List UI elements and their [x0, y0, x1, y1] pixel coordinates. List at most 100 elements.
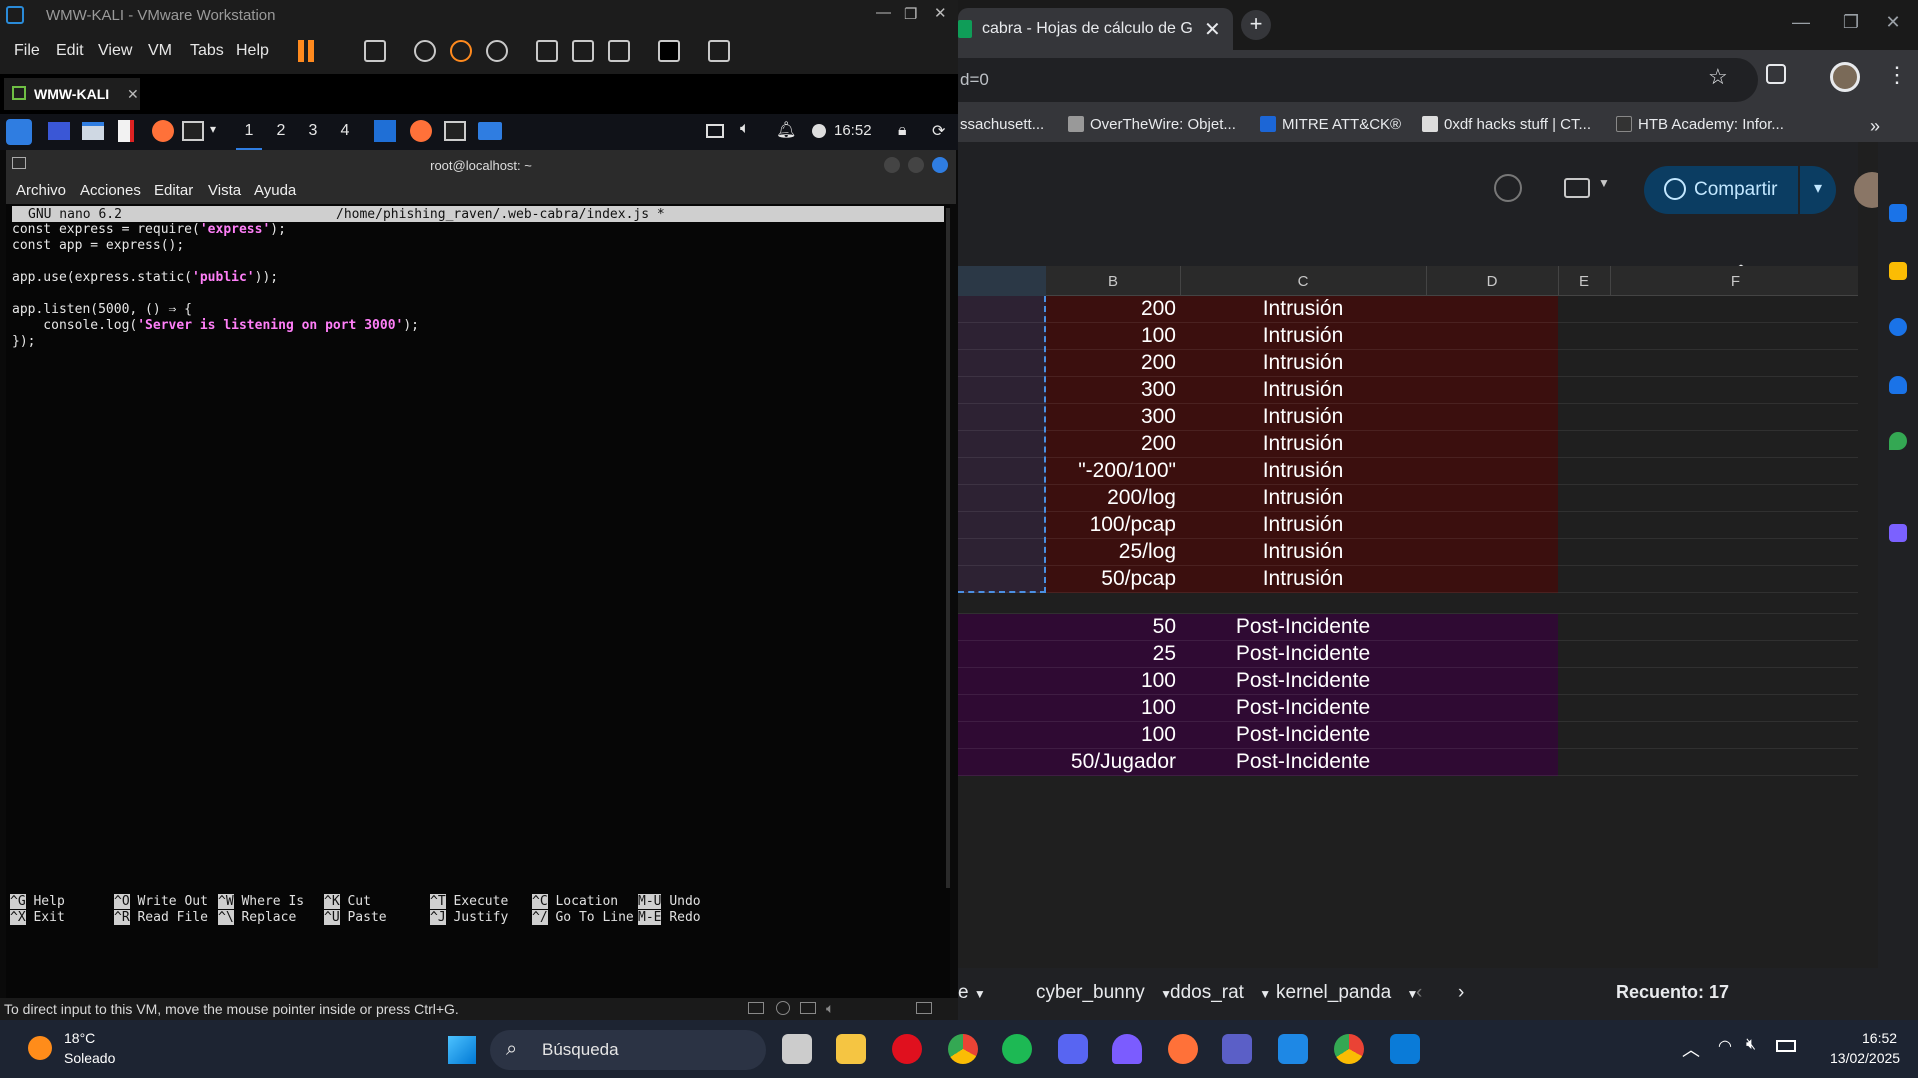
sheet-tab[interactable]: ddos_rat ▼	[1170, 982, 1271, 1004]
scrollbar[interactable]	[946, 208, 950, 888]
minimize-icon[interactable]: —	[1776, 12, 1826, 33]
table-row[interactable]: 50 Post-Incidente	[958, 614, 1858, 641]
terminal-dropdown-icon[interactable]: ▾	[210, 122, 216, 136]
snapshot-icon[interactable]	[414, 40, 436, 62]
cell-d[interactable]	[1426, 323, 1558, 350]
menu-editar[interactable]: Editar	[154, 182, 193, 199]
term-minimize-icon[interactable]	[884, 157, 900, 173]
cell-e[interactable]	[1558, 512, 1858, 539]
count-summary[interactable]: Recuento: 17	[1616, 982, 1729, 1003]
cell-c[interactable]: Intrusión	[1180, 567, 1426, 591]
table-row[interactable]	[958, 593, 1858, 614]
cell-a[interactable]	[958, 695, 1046, 722]
table-row[interactable]: 200 Intrusión	[958, 350, 1858, 377]
chrome-profile-icon[interactable]	[1334, 1034, 1364, 1064]
cell-c[interactable]: Intrusión	[1180, 324, 1426, 348]
console-view-icon[interactable]	[658, 40, 680, 62]
column-a-header[interactable]	[958, 266, 1046, 296]
code-line[interactable]: console.log('Server is listening on port…	[12, 318, 419, 334]
explorer-icon[interactable]	[836, 1034, 866, 1064]
cell-e[interactable]	[1558, 350, 1858, 377]
cd-icon[interactable]	[776, 1001, 790, 1015]
sheet-tab[interactable]: cyber_bunny ▼	[1036, 982, 1172, 1004]
full-screen-icon[interactable]	[608, 40, 630, 62]
table-row[interactable]: 100/pcap Intrusión	[958, 512, 1858, 539]
table-row[interactable]: 25 Post-Incidente	[958, 641, 1858, 668]
bookmark-item[interactable]: OverTheWire: Objet...	[1068, 116, 1236, 133]
meet-camera-icon[interactable]	[1564, 178, 1590, 198]
cell-d[interactable]	[1426, 722, 1558, 749]
menu-help[interactable]: Help	[236, 42, 269, 60]
panel-clock[interactable]: 16:52	[834, 122, 872, 139]
cell-e[interactable]	[1558, 323, 1858, 350]
cell-b[interactable]: 100	[1046, 324, 1180, 348]
more-bookmarks-icon[interactable]: »	[1870, 116, 1880, 137]
task-view-icon[interactable]	[782, 1034, 812, 1064]
cell-d[interactable]	[1426, 641, 1558, 668]
cell-c[interactable]: Intrusión	[1180, 432, 1426, 456]
cell-d[interactable]	[1426, 668, 1558, 695]
lock-icon[interactable]: 🔒︎	[898, 122, 907, 140]
table-row[interactable]: 100 Post-Incidente	[958, 668, 1858, 695]
bookmark-star-icon[interactable]: ☆	[1708, 64, 1728, 90]
table-row[interactable]: 200 Intrusión	[958, 431, 1858, 458]
cell-c[interactable]: Intrusión	[1180, 540, 1426, 564]
cell-c[interactable]: Intrusión	[1180, 486, 1426, 510]
folder-window-icon[interactable]	[478, 122, 502, 140]
cell-e[interactable]	[1558, 566, 1858, 593]
menu-vm[interactable]: VM	[148, 42, 172, 60]
cell-e[interactable]	[1558, 539, 1858, 566]
cell-b[interactable]: 100	[1046, 696, 1180, 720]
menu-acciones[interactable]: Acciones	[80, 182, 141, 199]
column-b-header[interactable]: B	[1046, 273, 1180, 290]
extensions-icon[interactable]	[1766, 64, 1786, 84]
cell-b[interactable]: 200	[1046, 351, 1180, 375]
cell-b[interactable]: 300	[1046, 405, 1180, 429]
nano-editor[interactable]: GNU nano 6.2 /home/phishing_raven/.web-c…	[6, 204, 950, 1078]
table-row[interactable]: 200 Intrusión	[958, 296, 1858, 323]
cell-c[interactable]: Intrusión	[1180, 459, 1426, 483]
vm-tab-wmw-kali[interactable]: WMW-KALI ✕	[4, 78, 140, 110]
cell-e[interactable]	[1558, 296, 1858, 323]
term-maximize-icon[interactable]	[908, 157, 924, 173]
obsidian-icon[interactable]	[1112, 1034, 1142, 1064]
menu-edit[interactable]: Edit	[56, 42, 84, 60]
weather-temp[interactable]: 18°C	[64, 1030, 95, 1046]
opera-icon[interactable]	[892, 1034, 922, 1064]
vmware-taskbar-icon[interactable]	[1278, 1034, 1308, 1064]
firefox-icon[interactable]	[152, 120, 174, 142]
chrome-tab-sheets[interactable]: cabra - Hojas de cálculo de Goo ✕	[958, 8, 1233, 50]
cell-c[interactable]: Post-Incidente	[1180, 642, 1426, 666]
cell-b[interactable]: 25/log	[1046, 540, 1180, 564]
workspace-3[interactable]: 3	[300, 122, 326, 140]
table-row[interactable]: 100 Intrusión	[958, 323, 1858, 350]
table-row[interactable]: 25/log Intrusión	[958, 539, 1858, 566]
cell-b[interactable]: 50/Jugador	[1046, 750, 1180, 774]
cell-a[interactable]	[958, 614, 1046, 641]
cell-b[interactable]: 100	[1046, 669, 1180, 693]
cell-c[interactable]: Post-Incidente	[1180, 696, 1426, 720]
show-library-icon[interactable]	[536, 40, 558, 62]
network-icon[interactable]	[800, 1002, 816, 1014]
code-line[interactable]: });	[12, 334, 35, 350]
profile-avatar[interactable]	[1830, 62, 1860, 92]
cell-a[interactable]	[958, 641, 1046, 668]
pause-icon[interactable]	[308, 40, 314, 62]
cell-e[interactable]	[1558, 377, 1858, 404]
tasks-icon[interactable]	[1889, 318, 1907, 336]
code-line[interactable]: app.listen(5000, () ⇒ {	[12, 302, 192, 318]
term-close-icon[interactable]	[932, 157, 948, 173]
cell-c[interactable]: Post-Incidente	[1180, 750, 1426, 774]
hdd-icon[interactable]	[748, 1002, 764, 1014]
cell-e[interactable]	[1558, 695, 1858, 722]
code-buffer[interactable]: const express = require('express'); const…	[6, 222, 936, 349]
cell-d[interactable]	[1426, 593, 1558, 614]
minimize-icon[interactable]: —	[876, 4, 891, 21]
cell-d[interactable]	[1426, 539, 1558, 566]
table-row[interactable]: 100 Post-Incidente	[958, 695, 1858, 722]
cell-b[interactable]: 100	[1046, 723, 1180, 747]
column-e-header[interactable]: E	[1558, 273, 1610, 290]
taskbar-date[interactable]: 13/02/2025	[1830, 1050, 1900, 1066]
firefox-window-icon[interactable]	[410, 120, 432, 142]
cell-a[interactable]	[958, 722, 1046, 749]
